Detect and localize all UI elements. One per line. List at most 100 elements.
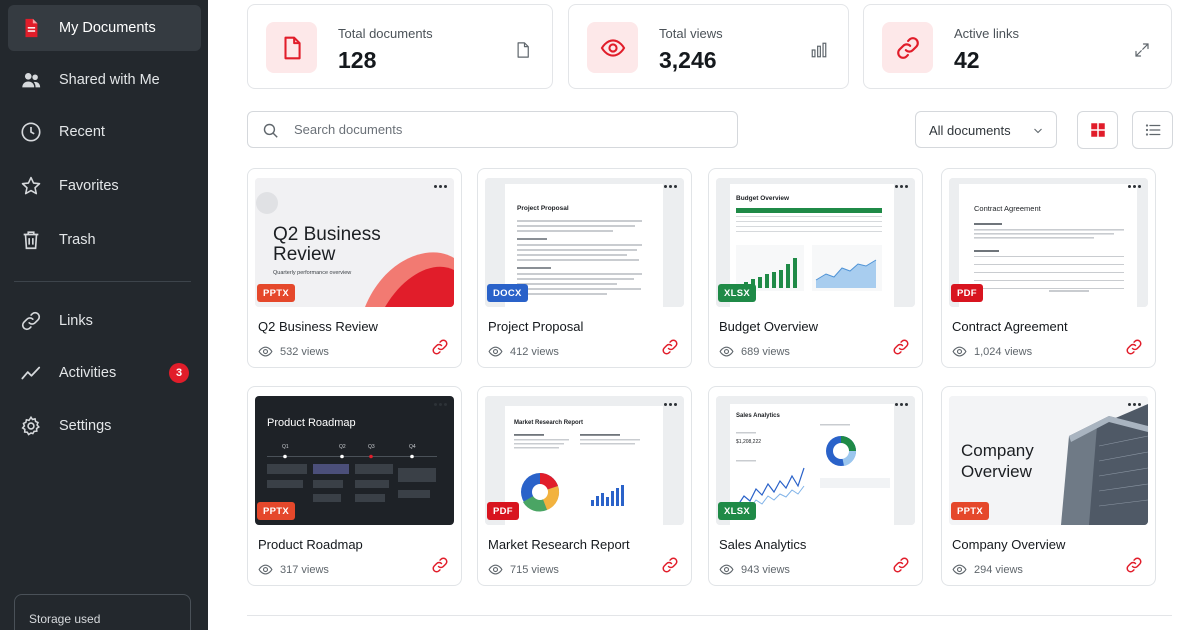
eye-icon (719, 564, 734, 575)
thumb-heading: Market Research Report (514, 420, 583, 426)
document-card-contract-agreement[interactable]: Contract Agreement PDF Contract Agreemen… (941, 168, 1156, 368)
file-type-badge: XLSX (718, 502, 757, 520)
share-link-icon[interactable] (431, 338, 449, 356)
more-options-icon[interactable] (659, 397, 681, 411)
sidebar-item-label: Favorites (59, 178, 119, 194)
document-card-market-research-report[interactable]: Market Research Report PDF Market Resear… (477, 386, 692, 586)
search-input[interactable] (294, 112, 724, 147)
share-link-icon[interactable] (431, 556, 449, 574)
list-view-button[interactable] (1132, 111, 1173, 149)
thumb-kpi: $1,208,222 (736, 439, 761, 445)
trash-icon (20, 229, 42, 251)
stat-label: Active links (954, 26, 1020, 41)
sidebar-item-favorites[interactable]: Favorites (8, 163, 201, 209)
document-card-project-proposal[interactable]: Project Proposal DOCX Project Proposal 4… (477, 168, 692, 368)
document-views: 943 views (719, 562, 790, 577)
eye-icon (952, 346, 967, 357)
eye-icon (587, 22, 638, 73)
thumb-heading: Sales Analytics (736, 413, 780, 419)
sidebar-item-settings[interactable]: Settings (8, 403, 201, 449)
share-link-icon[interactable] (661, 556, 679, 574)
sidebar-item-label: Shared with Me (59, 72, 160, 88)
sidebar-item-label: Settings (59, 418, 112, 434)
star-icon (20, 175, 42, 197)
chevron-down-icon (1034, 128, 1042, 134)
sidebar-item-links[interactable]: Links (8, 298, 201, 344)
share-link-icon[interactable] (892, 338, 910, 356)
grid-view-button[interactable] (1077, 111, 1118, 149)
list-icon (1145, 124, 1160, 136)
stat-value: 128 (338, 47, 377, 73)
eye-icon (258, 564, 273, 575)
thumb-quarter-3: Q3 (368, 444, 375, 450)
sidebar-item-label: Recent (59, 124, 105, 140)
sidebar-item-label: My Documents (59, 20, 156, 36)
file-outline-icon (514, 41, 532, 59)
more-options-icon[interactable] (429, 397, 451, 411)
document-views: 689 views (719, 344, 790, 359)
more-options-icon[interactable] (1123, 397, 1145, 411)
file-icon (266, 22, 317, 73)
document-card-company-overview[interactable]: Company Overview PPTX Company Overview 2… (941, 386, 1156, 586)
sidebar-item-label: Links (59, 313, 93, 329)
file-type-badge: PDF (951, 284, 983, 302)
thumb-heading: Company (961, 441, 1034, 460)
more-options-icon[interactable] (890, 179, 912, 193)
document-title: Company Overview (952, 537, 1066, 552)
thumb-heading: Project Proposal (517, 205, 569, 212)
document-views: 715 views (488, 562, 559, 577)
document-views: 412 views (488, 344, 559, 359)
document-views: 317 views (258, 562, 329, 577)
thumb-quarter-4: Q4 (409, 444, 416, 450)
stat-value: 42 (954, 47, 980, 73)
file-type-badge: DOCX (487, 284, 528, 302)
clock-icon (20, 121, 42, 143)
sidebar-item-recent[interactable]: Recent (8, 109, 201, 155)
document-card-budget-overview[interactable]: Budget Overview XLSX Budget Overview 689… (708, 168, 923, 368)
stat-label: Total views (659, 26, 723, 41)
expand-icon[interactable] (1133, 41, 1151, 59)
eye-icon (719, 346, 734, 357)
share-link-icon[interactable] (1125, 338, 1143, 356)
document-title: Budget Overview (719, 319, 818, 334)
sidebar-item-trash[interactable]: Trash (8, 217, 201, 263)
sidebar-item-my-documents[interactable]: My Documents (8, 5, 201, 51)
eye-icon (488, 346, 503, 357)
storage-label: Storage used (29, 612, 101, 626)
document-views: 532 views (258, 344, 329, 359)
document-card-sales-analytics[interactable]: Sales Analytics $1,208,222 XLSX Sales An… (708, 386, 923, 586)
share-link-icon[interactable] (1125, 556, 1143, 574)
users-icon (20, 69, 42, 91)
more-options-icon[interactable] (1123, 179, 1145, 193)
file-type-badge: PPTX (257, 284, 296, 302)
eye-icon (488, 564, 503, 575)
document-title: Q2 Business Review (258, 319, 378, 334)
eye-icon (258, 346, 273, 357)
file-type-badge: PPTX (951, 502, 990, 520)
share-link-icon[interactable] (892, 556, 910, 574)
more-options-icon[interactable] (890, 397, 912, 411)
document-card-product-roadmap[interactable]: Product Roadmap Q1 Q2 Q3 Q4 PPTX Product… (247, 386, 462, 586)
link-icon (882, 22, 933, 73)
stat-card-total-views: Total views 3,246 (568, 4, 849, 89)
activities-count-badge: 3 (169, 363, 189, 383)
link-icon (20, 310, 42, 332)
thumb-heading: Q2 Business (273, 224, 381, 245)
more-options-icon[interactable] (429, 179, 451, 193)
stat-card-active-links: Active links 42 (863, 4, 1172, 89)
search-box[interactable] (247, 111, 738, 148)
content-divider (247, 615, 1172, 616)
sidebar-item-activities[interactable]: Activities 3 (8, 350, 201, 396)
sidebar-item-shared-with-me[interactable]: Shared with Me (8, 57, 201, 103)
storage-panel: Storage used (14, 594, 191, 630)
document-card-q2-business-review[interactable]: Q2 Business Review Quarterly performance… (247, 168, 462, 368)
file-type-badge: PPTX (257, 502, 296, 520)
thumb-heading: Contract Agreement (974, 204, 1042, 213)
document-filter-select[interactable]: All documents (915, 111, 1057, 148)
document-title: Product Roadmap (258, 537, 363, 552)
more-options-icon[interactable] (659, 179, 681, 193)
thumb-heading-2: Overview (961, 462, 1033, 481)
thumb-quarter-1: Q1 (282, 444, 289, 450)
sidebar-divider (14, 281, 191, 282)
share-link-icon[interactable] (661, 338, 679, 356)
